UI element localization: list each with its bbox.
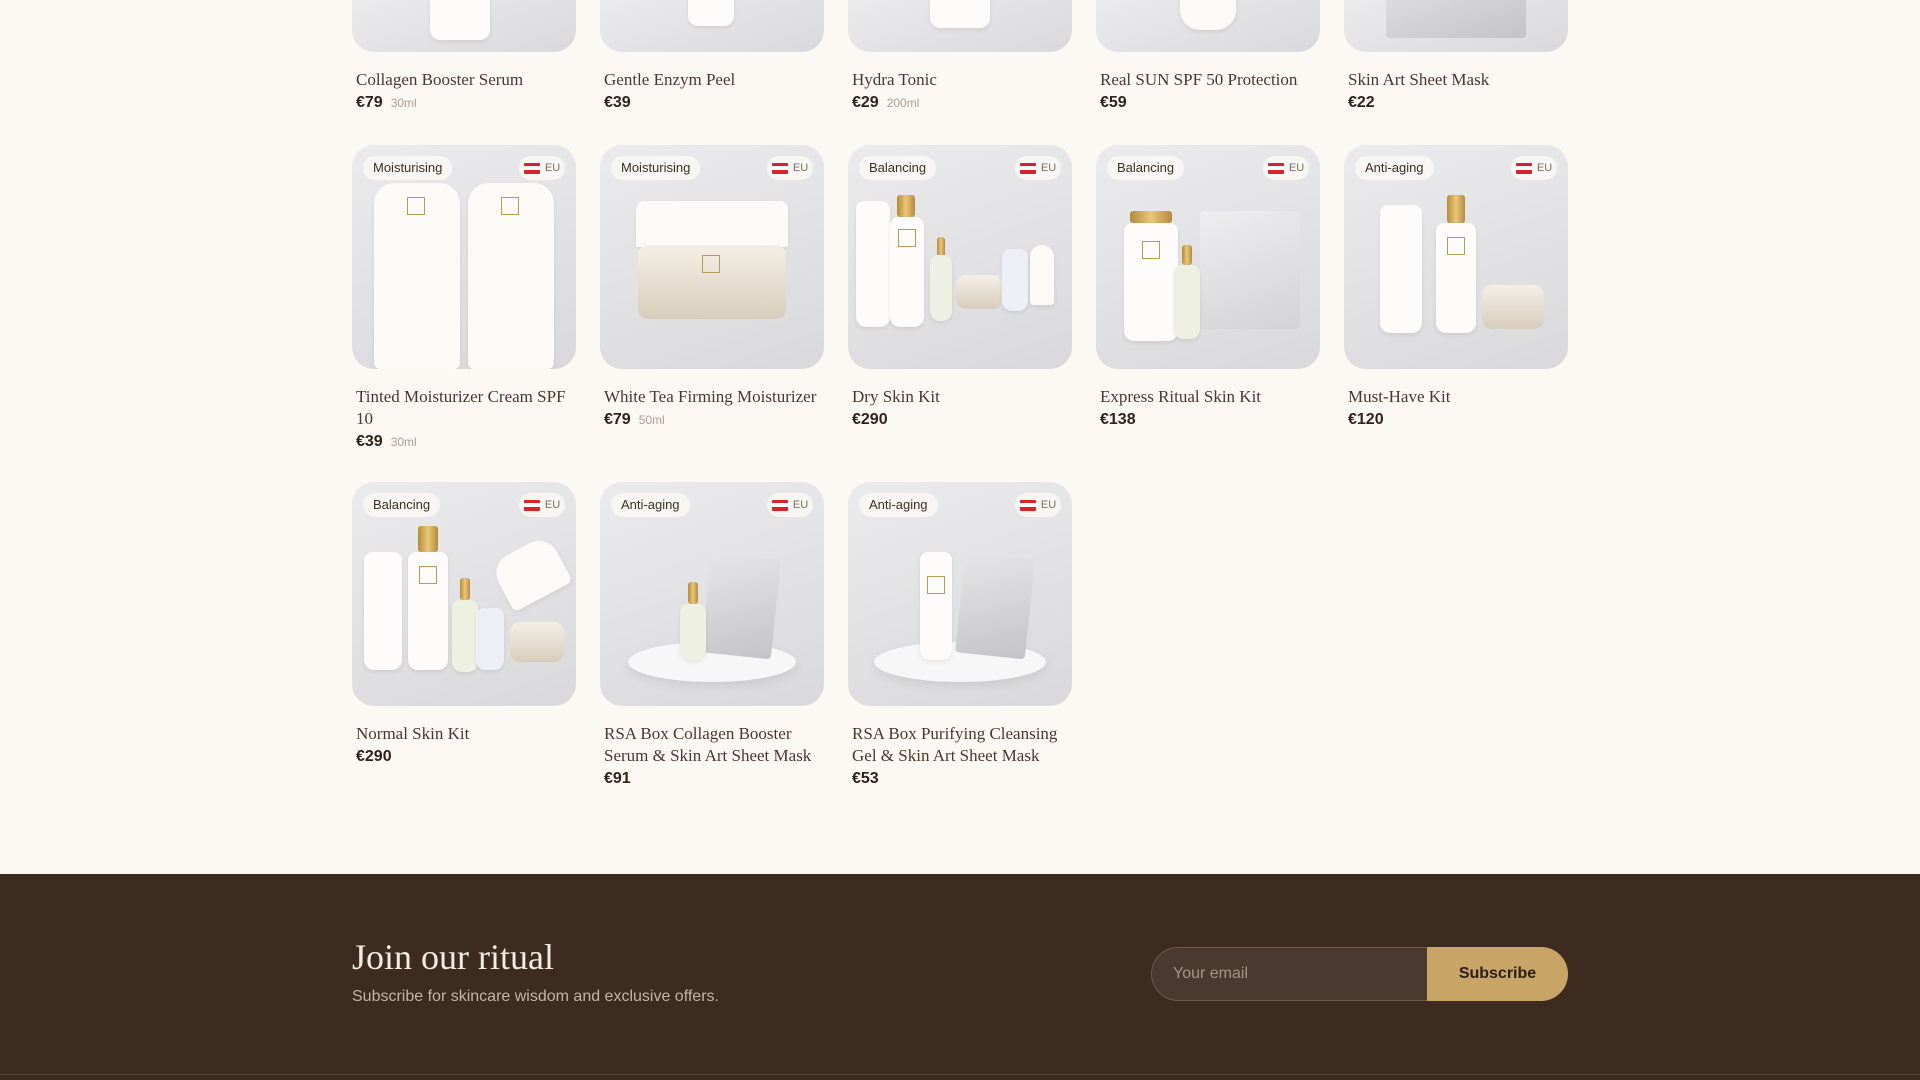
- product-image[interactable]: Moisturising EU: [600, 145, 824, 369]
- product-card[interactable]: Moisturising EU White Tea Firming Moistu…: [600, 145, 824, 451]
- category-badge: Moisturising: [611, 156, 701, 180]
- region-badge: EU: [1015, 493, 1061, 517]
- product-image[interactable]: Balancing EU: [848, 145, 1072, 369]
- product-price: €59: [1100, 94, 1127, 111]
- product-name[interactable]: RSA Box Purifying Cleansing Gel & Skin A…: [852, 723, 1068, 767]
- subscribe-button[interactable]: Subscribe: [1427, 947, 1568, 1001]
- product-card[interactable]: Collagen Booster Serum €79 30ml: [352, 0, 576, 112]
- category-badge: Balancing: [363, 493, 441, 517]
- product-card[interactable]: Balancing EU Normal Skin Kit €290: [352, 482, 576, 788]
- flag-icon: [1515, 162, 1532, 174]
- product-card[interactable]: Gentle Enzym Peel €39: [600, 0, 824, 112]
- region-badge: EU: [767, 156, 813, 180]
- flag-icon: [523, 162, 540, 174]
- product-price: €39: [604, 94, 631, 111]
- product-image[interactable]: Anti-aging EU: [1344, 145, 1568, 369]
- region-code: EU: [544, 499, 561, 511]
- product-price: €290: [852, 411, 888, 428]
- product-price: €91: [604, 770, 631, 787]
- product-card[interactable]: Real SUN SPF 50 Protection €59: [1096, 0, 1320, 112]
- product-card[interactable]: Anti-aging EU RSA Box Collagen Booster S…: [600, 482, 824, 788]
- region-badge: EU: [519, 156, 565, 180]
- product-name[interactable]: Dry Skin Kit: [852, 386, 1068, 408]
- product-size: 200ml: [886, 96, 920, 110]
- newsletter-footer: Join our ritual Subscribe for skincare w…: [0, 874, 1920, 1080]
- product-image[interactable]: [848, 0, 1072, 52]
- flag-icon: [1267, 162, 1284, 174]
- region-code: EU: [1536, 162, 1553, 174]
- product-price: €138: [1100, 411, 1136, 428]
- flag-icon: [1019, 499, 1036, 511]
- product-card[interactable]: Balancing EU Dry Skin Kit €290: [848, 145, 1072, 451]
- newsletter-subtitle: Subscribe for skincare wisdom and exclus…: [352, 988, 719, 1005]
- product-price: €120: [1348, 411, 1384, 428]
- flag-icon: [771, 162, 788, 174]
- region-code: EU: [544, 162, 561, 174]
- product-size: 30ml: [390, 96, 417, 110]
- region-code: EU: [1040, 499, 1057, 511]
- product-card[interactable]: Balancing EU Express Ritual Skin Kit €13…: [1096, 145, 1320, 451]
- product-name[interactable]: Must-Have Kit: [1348, 386, 1564, 408]
- product-name[interactable]: Gentle Enzym Peel: [604, 69, 820, 91]
- flag-icon: [1019, 162, 1036, 174]
- product-card[interactable]: Hydra Tonic €29 200ml: [848, 0, 1072, 112]
- product-price: €53: [852, 770, 879, 787]
- product-card[interactable]: Anti-aging EU RSA Box Purifying Cleansin…: [848, 482, 1072, 788]
- product-name[interactable]: Tinted Moisturizer Cream SPF 10: [356, 386, 572, 430]
- product-name[interactable]: Real SUN SPF 50 Protection: [1100, 69, 1316, 91]
- product-image[interactable]: [1344, 0, 1568, 52]
- product-name[interactable]: Express Ritual Skin Kit: [1100, 386, 1316, 408]
- product-row: Balancing EU Normal Skin Kit €290 Anti-a…: [352, 482, 1072, 788]
- product-image[interactable]: Anti-aging EU: [848, 482, 1072, 706]
- region-badge: EU: [1263, 156, 1309, 180]
- product-image[interactable]: Balancing EU: [1096, 145, 1320, 369]
- product-name[interactable]: White Tea Firming Moisturizer: [604, 386, 820, 408]
- product-name[interactable]: Skin Art Sheet Mask: [1348, 69, 1564, 91]
- category-badge: Balancing: [859, 156, 937, 180]
- region-badge: EU: [767, 493, 813, 517]
- product-name[interactable]: Normal Skin Kit: [356, 723, 572, 745]
- product-name[interactable]: Hydra Tonic: [852, 69, 1068, 91]
- region-code: EU: [1288, 162, 1305, 174]
- product-card[interactable]: Skin Art Sheet Mask €22: [1344, 0, 1568, 112]
- region-badge: EU: [1015, 156, 1061, 180]
- product-price: €290: [356, 748, 392, 765]
- product-price: €39: [356, 433, 383, 450]
- product-name[interactable]: RSA Box Collagen Booster Serum & Skin Ar…: [604, 723, 820, 767]
- category-badge: Moisturising: [363, 156, 453, 180]
- product-image[interactable]: [352, 0, 576, 52]
- newsletter-title: Join our ritual: [352, 937, 554, 977]
- region-code: EU: [792, 499, 809, 511]
- product-price: €79: [604, 411, 631, 428]
- category-badge: Anti-aging: [859, 493, 938, 517]
- product-image[interactable]: Anti-aging EU: [600, 482, 824, 706]
- flag-icon: [523, 499, 540, 511]
- product-image[interactable]: [1096, 0, 1320, 52]
- category-badge: Anti-aging: [611, 493, 690, 517]
- category-badge: Anti-aging: [1355, 156, 1434, 180]
- product-size: 50ml: [638, 413, 665, 427]
- flag-icon: [771, 499, 788, 511]
- product-row: Moisturising EU Tinted Moisturizer Cream…: [352, 145, 1568, 451]
- product-image[interactable]: Moisturising EU: [352, 145, 576, 369]
- product-size: 30ml: [390, 435, 417, 449]
- footer-divider: [0, 1074, 1920, 1075]
- product-card[interactable]: Moisturising EU Tinted Moisturizer Cream…: [352, 145, 576, 451]
- product-card[interactable]: Anti-aging EU Must-Have Kit €120: [1344, 145, 1568, 451]
- category-badge: Balancing: [1107, 156, 1185, 180]
- product-price: €79: [356, 94, 383, 111]
- region-badge: EU: [1511, 156, 1557, 180]
- region-code: EU: [792, 162, 809, 174]
- product-price: €22: [1348, 94, 1375, 111]
- email-input[interactable]: [1151, 947, 1431, 1001]
- product-image[interactable]: [600, 0, 824, 52]
- product-row: Collagen Booster Serum €79 30ml Gentle En…: [352, 0, 1568, 112]
- region-code: EU: [1040, 162, 1057, 174]
- product-price: €29: [852, 94, 879, 111]
- product-name[interactable]: Collagen Booster Serum: [356, 69, 572, 91]
- region-badge: EU: [519, 493, 565, 517]
- product-image[interactable]: Balancing EU: [352, 482, 576, 706]
